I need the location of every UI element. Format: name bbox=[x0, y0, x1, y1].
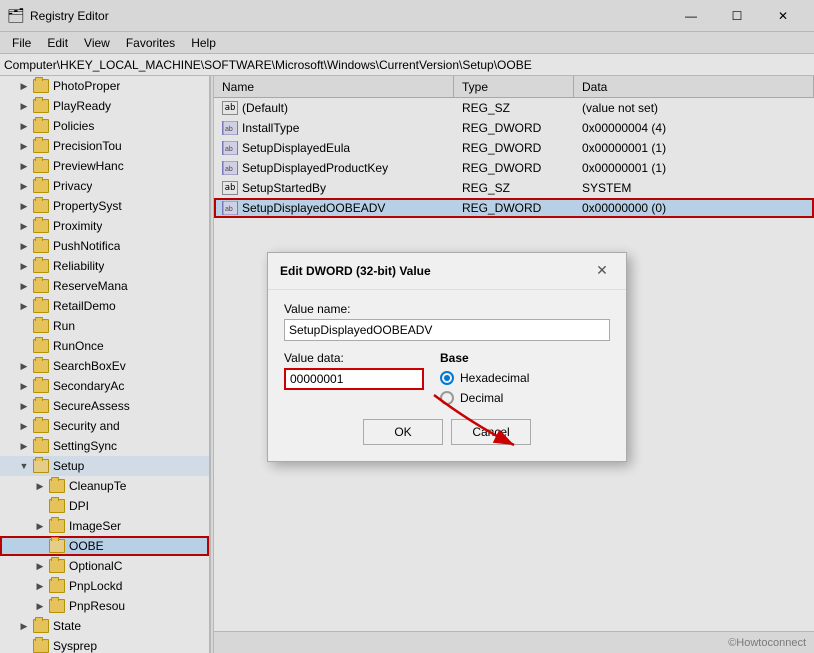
base-label: Base bbox=[440, 351, 610, 365]
radio-hexadecimal[interactable]: Hexadecimal bbox=[440, 371, 610, 385]
value-name-label: Value name: bbox=[284, 302, 610, 316]
modal-body: Value name: Value data: Base Hexadecimal bbox=[268, 290, 626, 461]
modal-overlay: Edit DWORD (32-bit) Value ✕ Value name: … bbox=[0, 0, 814, 653]
cancel-button[interactable]: Cancel bbox=[451, 419, 531, 445]
radio-label-dec: Decimal bbox=[460, 391, 503, 405]
modal-close-button[interactable]: ✕ bbox=[590, 259, 614, 283]
ok-button[interactable]: OK bbox=[363, 419, 443, 445]
modal-buttons: OK Cancel bbox=[284, 419, 610, 445]
value-data-input[interactable] bbox=[284, 368, 424, 390]
value-name-field: Value name: bbox=[284, 302, 610, 341]
value-name-input[interactable] bbox=[284, 319, 610, 341]
radio-label-hex: Hexadecimal bbox=[460, 371, 529, 385]
edit-dword-dialog: Edit DWORD (32-bit) Value ✕ Value name: … bbox=[267, 252, 627, 462]
modal-title: Edit DWORD (32-bit) Value bbox=[280, 264, 431, 278]
modal-value-row: Value data: Base Hexadecimal Decimal bbox=[284, 351, 610, 405]
radio-circle-dec bbox=[440, 391, 454, 405]
value-data-label: Value data: bbox=[284, 351, 424, 365]
modal-titlebar: Edit DWORD (32-bit) Value ✕ bbox=[268, 253, 626, 290]
modal-col-right: Base Hexadecimal Decimal bbox=[440, 351, 610, 405]
radio-decimal[interactable]: Decimal bbox=[440, 391, 610, 405]
radio-circle-hex bbox=[440, 371, 454, 385]
radio-group: Hexadecimal Decimal bbox=[440, 371, 610, 405]
modal-col-left: Value data: bbox=[284, 351, 424, 405]
